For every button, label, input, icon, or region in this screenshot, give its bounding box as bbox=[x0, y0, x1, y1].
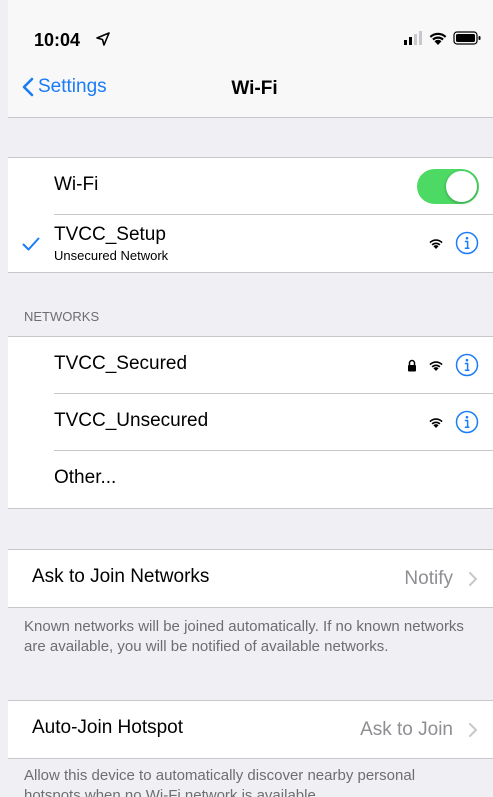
networks-section-header: NETWORKS bbox=[24, 309, 100, 324]
toggle-knob bbox=[446, 171, 477, 202]
lock-icon bbox=[408, 359, 416, 371]
ask-to-join-row[interactable]: Ask to Join Networks Notify bbox=[8, 550, 493, 607]
wifi-status-icon bbox=[429, 32, 447, 45]
cellular-signal-icon bbox=[404, 31, 422, 45]
location-arrow-icon bbox=[96, 32, 110, 46]
connected-network-row[interactable]: TVCC_Setup Unsecured Network bbox=[8, 215, 493, 272]
network-icons bbox=[417, 231, 479, 255]
info-icon[interactable] bbox=[455, 353, 479, 377]
ask-to-join-footer: Known networks will be joined automatica… bbox=[24, 618, 464, 655]
chevron-right-icon bbox=[469, 723, 477, 737]
network-name: TVCC_Unsecured bbox=[54, 410, 209, 431]
top-bar: 10:04 Settings Wi-Fi bbox=[8, 0, 493, 118]
auto-join-hotspot-footer: Allow this device to automatically disco… bbox=[24, 767, 416, 797]
status-time: 10:04 bbox=[34, 30, 81, 50]
wifi-toggle[interactable] bbox=[417, 169, 479, 204]
wifi-group: Wi-Fi TVCC_Setup Unsecured Network bbox=[8, 157, 493, 273]
ask-to-join-value: Notify bbox=[404, 568, 453, 589]
other-network-row[interactable]: Other... bbox=[8, 451, 493, 508]
auto-join-hotspot-value: Ask to Join bbox=[360, 719, 453, 740]
network-icons bbox=[397, 353, 479, 377]
wifi-signal-icon bbox=[429, 361, 443, 371]
other-network-label: Other... bbox=[54, 467, 117, 488]
ask-to-join-label: Ask to Join Networks bbox=[32, 566, 210, 587]
phone-screen: 10:04 Settings Wi-Fi Wi-Fi TVCC_Setup Un… bbox=[0, 0, 493, 797]
auto-join-hotspot-group: Auto-Join Hotspot Ask to Join bbox=[8, 700, 493, 759]
connected-network-name: TVCC_Setup bbox=[54, 224, 166, 245]
connected-network-status: Unsecured Network bbox=[54, 248, 169, 263]
status-icons bbox=[404, 29, 484, 52]
info-icon[interactable] bbox=[455, 231, 479, 255]
chevron-right-icon bbox=[469, 572, 477, 586]
checkmark-icon bbox=[22, 237, 40, 251]
wifi-toggle-row: Wi-Fi bbox=[8, 158, 493, 215]
network-icons bbox=[417, 410, 479, 434]
wifi-signal-icon bbox=[429, 418, 443, 428]
auto-join-hotspot-row[interactable]: Auto-Join Hotspot Ask to Join bbox=[8, 701, 493, 758]
network-row[interactable]: TVCC_Unsecured bbox=[8, 394, 493, 451]
wifi-toggle-label: Wi-Fi bbox=[54, 174, 99, 195]
info-icon[interactable] bbox=[455, 410, 479, 434]
network-row[interactable]: TVCC_Secured bbox=[8, 337, 493, 394]
battery-icon bbox=[453, 31, 481, 45]
networks-group: TVCC_Secured TVCC_Unsecured Other... bbox=[8, 336, 493, 509]
network-name: TVCC_Secured bbox=[54, 353, 188, 374]
auto-join-hotspot-label: Auto-Join Hotspot bbox=[32, 717, 184, 738]
page-title: Wi-Fi bbox=[231, 78, 278, 99]
wifi-signal-icon bbox=[429, 239, 443, 249]
ask-to-join-group: Ask to Join Networks Notify bbox=[8, 549, 493, 608]
